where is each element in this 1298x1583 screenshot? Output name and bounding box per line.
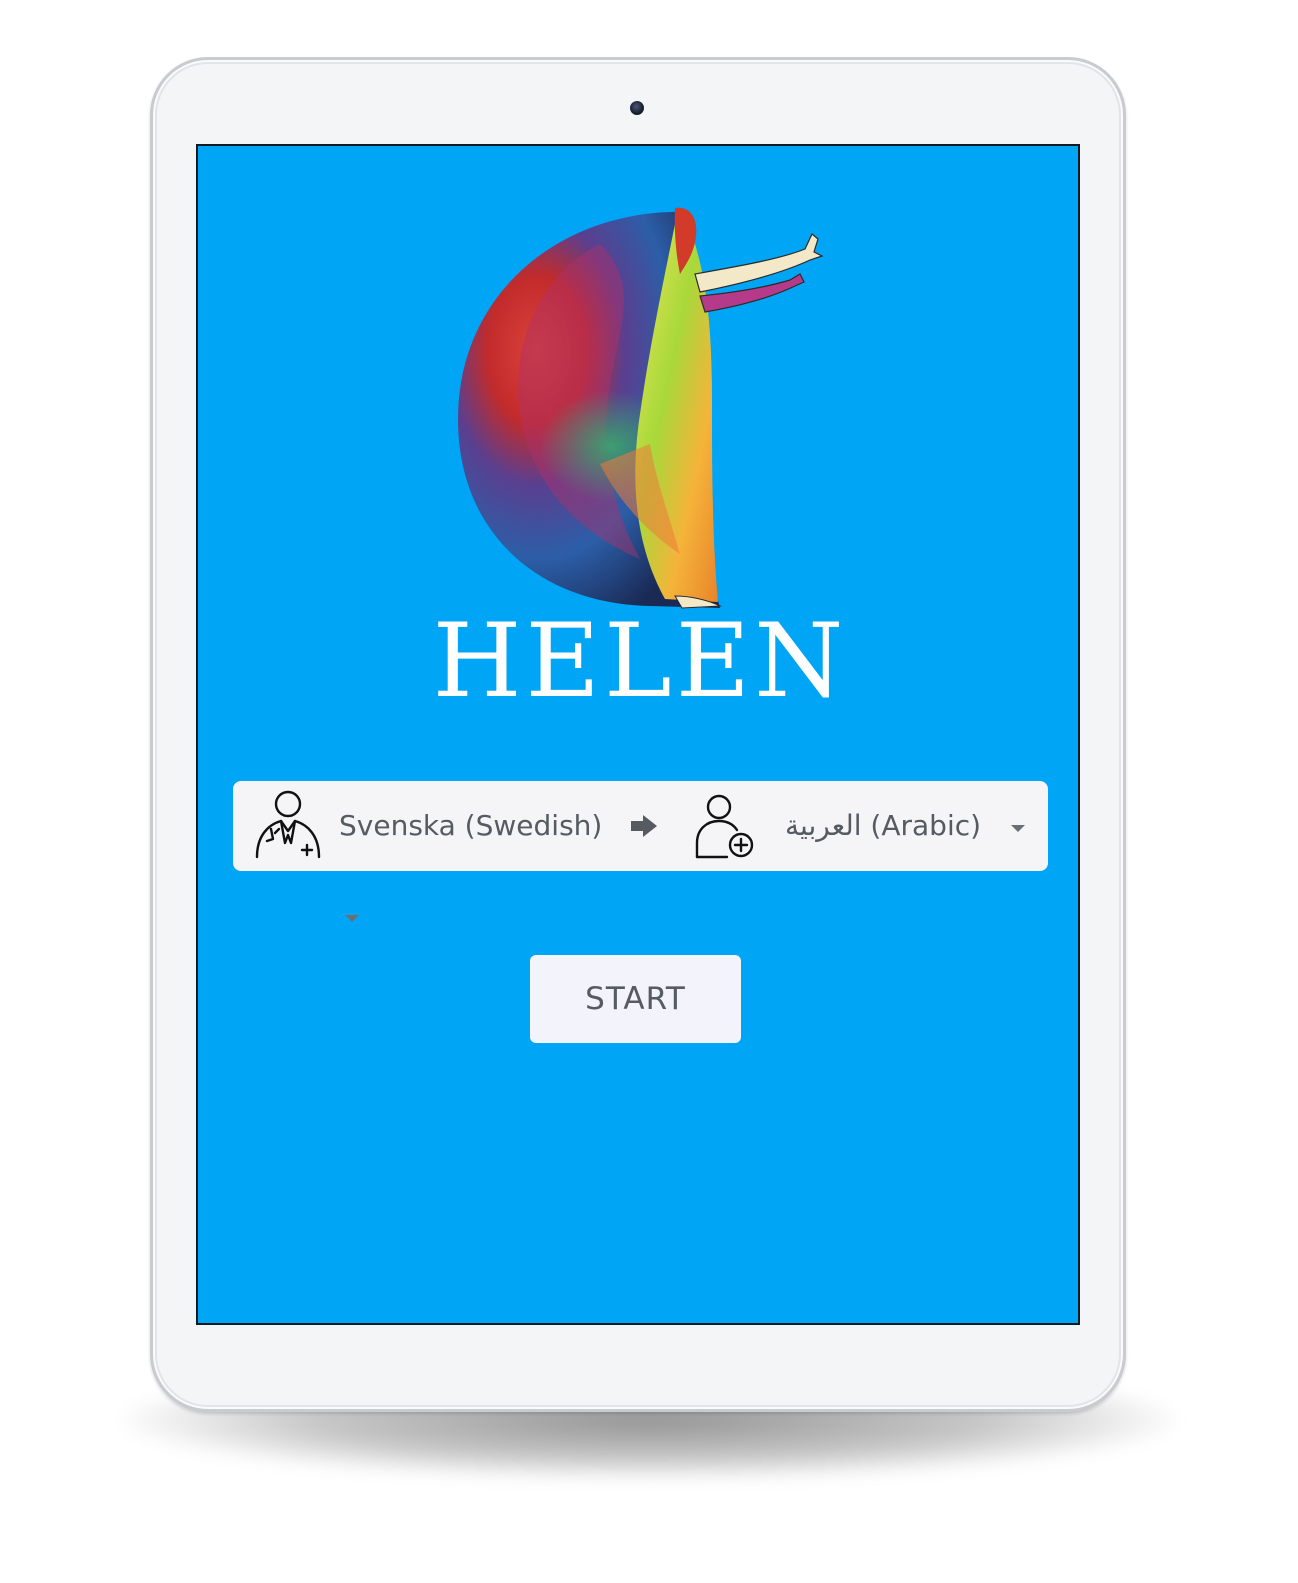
- patient-add-icon: [695, 794, 754, 859]
- app-screen: HELEN Svenska (Swedish) العربية (Arabic)…: [196, 144, 1080, 1325]
- target-language-dropdown[interactable]: العربية (Arabic): [785, 781, 1035, 871]
- rainbow-watercolor-woman-icon: [458, 207, 824, 609]
- start-button[interactable]: START: [530, 955, 741, 1043]
- target-language-label: العربية (Arabic): [785, 809, 982, 842]
- front-camera: [630, 101, 644, 115]
- doctor-icon: [255, 790, 321, 859]
- chevron-down-icon: [345, 914, 359, 922]
- arrow-right-icon: [631, 815, 657, 837]
- chevron-down-icon[interactable]: [1011, 825, 1025, 832]
- language-selector-bar: Svenska (Swedish) العربية (Arabic): [233, 781, 1048, 922]
- device-mockup: HELEN Svenska (Swedish) العربية (Arabic)…: [0, 0, 1298, 1583]
- source-language-label: Svenska (Swedish): [339, 809, 603, 842]
- app-title: HELEN: [432, 602, 848, 721]
- source-language-dropdown[interactable]: Svenska (Swedish): [339, 781, 609, 922]
